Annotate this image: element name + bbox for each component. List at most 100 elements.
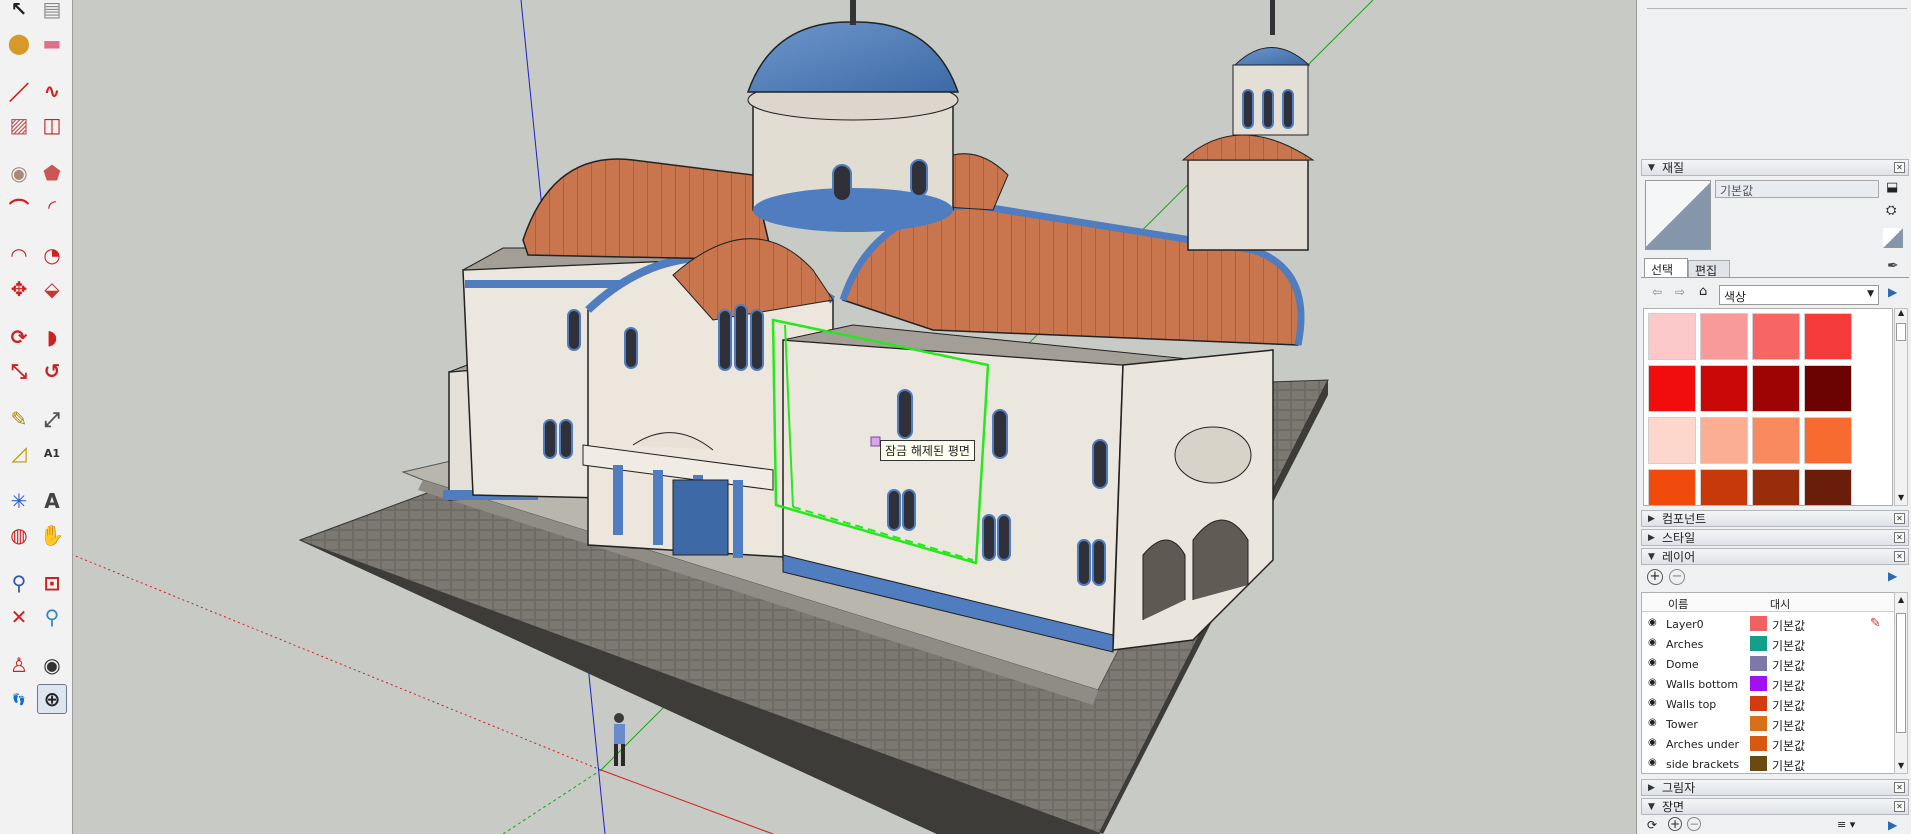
close-icon[interactable]: ✕	[1894, 513, 1905, 524]
layer-dash[interactable]: 기본값	[1772, 677, 1805, 694]
layer-name[interactable]: Walls top	[1666, 698, 1716, 711]
layer-row[interactable]: ◉ side brackets 기본값	[1642, 754, 1894, 773]
color-swatch[interactable]	[1700, 417, 1748, 464]
color-swatch[interactable]	[1700, 365, 1748, 412]
layer-row[interactable]: ◉ Layer0 기본값 ✎	[1642, 614, 1894, 634]
orbit-icon[interactable]: ◍	[4, 520, 34, 550]
pie-icon[interactable]: ◔	[37, 240, 67, 270]
layer-name[interactable]: side brackets	[1666, 758, 1739, 771]
position-camera-icon[interactable]: ♙	[4, 650, 34, 680]
push-pull-icon[interactable]: ⬙	[37, 274, 67, 304]
visibility-eye-icon[interactable]: ◉	[1648, 677, 1657, 688]
layer-color-chip[interactable]	[1750, 756, 1767, 771]
layer-name[interactable]: Arches	[1666, 638, 1703, 651]
three-point-arc-icon[interactable]: ◠	[4, 240, 34, 270]
layer-name[interactable]: Walls bottom	[1666, 678, 1738, 691]
details-arrow-icon[interactable]: ▶	[1888, 285, 1897, 299]
home-icon[interactable]: ⌂	[1699, 284, 1707, 299]
color-swatch[interactable]	[1804, 469, 1852, 505]
move-icon[interactable]: ✥	[4, 274, 34, 304]
forward-arrow-icon[interactable]: ⇨	[1675, 285, 1685, 299]
scroll-thumb[interactable]	[1896, 613, 1906, 733]
pencil-line-icon[interactable]: ／	[4, 76, 34, 106]
layer-dash[interactable]: 기본값	[1772, 737, 1805, 754]
color-swatch[interactable]	[1752, 365, 1800, 412]
layer-dash[interactable]: 기본값	[1772, 697, 1805, 714]
layers-details-icon[interactable]: ▶	[1888, 569, 1897, 583]
update-scene-icon[interactable]: ⟳	[1647, 818, 1657, 832]
color-swatch[interactable]	[1700, 313, 1748, 360]
scale-icon[interactable]: ⤡	[4, 356, 34, 386]
color-swatch[interactable]	[1648, 365, 1696, 412]
layer-row[interactable]: ◉ Arches 기본값	[1642, 634, 1894, 654]
add-scene-icon[interactable]: +	[1668, 817, 1682, 831]
default-material-icon[interactable]	[1883, 228, 1903, 248]
scene-options-icon[interactable]: ≡ ▾	[1837, 818, 1855, 831]
layer-dash[interactable]: 기본값	[1772, 717, 1805, 734]
tab-edit[interactable]: 편집	[1688, 260, 1730, 278]
column-name-header[interactable]: 이름	[1668, 596, 1688, 612]
scroll-down-icon[interactable]: ▼	[1898, 761, 1904, 770]
circle-icon[interactable]: ◉	[4, 158, 34, 188]
remove-layer-icon[interactable]: −	[1669, 569, 1685, 585]
component-tool-icon[interactable]: ▤	[37, 0, 67, 24]
section-plane-icon[interactable]: ⊕	[37, 684, 67, 714]
remove-scene-icon[interactable]: −	[1687, 817, 1701, 831]
material-name-field[interactable]: 기본값	[1715, 180, 1879, 198]
eraser-icon[interactable]: ▬	[37, 28, 67, 58]
close-icon[interactable]: ✕	[1894, 551, 1905, 562]
color-swatch[interactable]	[1648, 417, 1696, 464]
color-swatch[interactable]	[1648, 313, 1696, 360]
layer-color-chip[interactable]	[1750, 636, 1767, 651]
paint-bucket-icon[interactable]: ⬤	[4, 28, 34, 58]
visibility-eye-icon[interactable]: ◉	[1648, 697, 1657, 708]
layer-color-chip[interactable]	[1750, 696, 1767, 711]
color-swatch[interactable]	[1700, 469, 1748, 505]
axes-icon[interactable]: ✳	[4, 486, 34, 516]
close-icon[interactable]: ✕	[1894, 162, 1905, 173]
visibility-eye-icon[interactable]: ◉	[1648, 617, 1657, 628]
freehand-icon[interactable]: ∿	[37, 76, 67, 106]
layer-row[interactable]: ◉ Arches under 기본값	[1642, 734, 1894, 754]
visibility-eye-icon[interactable]: ◉	[1648, 717, 1657, 728]
swatch-scrollbar[interactable]: ▲ ▼	[1894, 308, 1908, 506]
add-layer-icon[interactable]: +	[1647, 569, 1663, 585]
layer-row[interactable]: ◉ Walls top 기본값	[1642, 694, 1894, 714]
zoom-extents-icon[interactable]: ✕	[4, 602, 34, 632]
color-swatch[interactable]	[1752, 313, 1800, 360]
layer-row[interactable]: ◉ Walls bottom 기본값	[1642, 674, 1894, 694]
color-swatch[interactable]	[1804, 417, 1852, 464]
look-around-icon[interactable]: ◉	[37, 650, 67, 680]
tape-measure-icon[interactable]: ✎	[4, 404, 34, 434]
offset-icon[interactable]: ↺	[37, 356, 67, 386]
visibility-eye-icon[interactable]: ◉	[1648, 737, 1657, 748]
components-header[interactable]: ▶ 컴포넌트 ✕	[1641, 510, 1909, 527]
visibility-eye-icon[interactable]: ◉	[1648, 657, 1657, 668]
polygon-icon[interactable]: ⬟	[37, 158, 67, 188]
pan-icon[interactable]: ✋	[37, 520, 67, 550]
layer-name[interactable]: Arches under	[1666, 738, 1739, 751]
column-dash-header[interactable]: 대시	[1770, 596, 1790, 612]
3d-text-icon[interactable]: A	[37, 486, 67, 516]
scene-details-icon[interactable]: ▶	[1888, 818, 1897, 832]
visibility-eye-icon[interactable]: ◉	[1648, 757, 1657, 768]
layer-dash[interactable]: 기본값	[1772, 757, 1805, 773]
layer-color-chip[interactable]	[1750, 716, 1767, 731]
previous-view-icon[interactable]: ⚲	[37, 602, 67, 632]
close-icon[interactable]: ✕	[1894, 801, 1905, 812]
back-arrow-icon[interactable]: ⇦	[1652, 285, 1662, 299]
layer-name[interactable]: Tower	[1666, 718, 1698, 731]
follow-me-icon[interactable]: ◗	[37, 322, 67, 352]
select-tool-icon[interactable]: ↖	[4, 0, 34, 24]
close-icon[interactable]: ✕	[1894, 782, 1905, 793]
library-select[interactable]: 색상 ▼	[1719, 285, 1879, 305]
layer-color-chip[interactable]	[1750, 616, 1767, 631]
layer-dash[interactable]: 기본값	[1772, 637, 1805, 654]
layer-color-chip[interactable]	[1750, 676, 1767, 691]
two-point-arc-icon[interactable]: ◜	[37, 192, 67, 222]
close-icon[interactable]: ✕	[1894, 532, 1905, 543]
model-viewport[interactable]: 잠금 해제된 평면	[73, 0, 1636, 834]
scroll-down-icon[interactable]: ▼	[1898, 493, 1904, 502]
color-swatch[interactable]	[1752, 417, 1800, 464]
scroll-up-icon[interactable]: ▲	[1898, 595, 1904, 604]
